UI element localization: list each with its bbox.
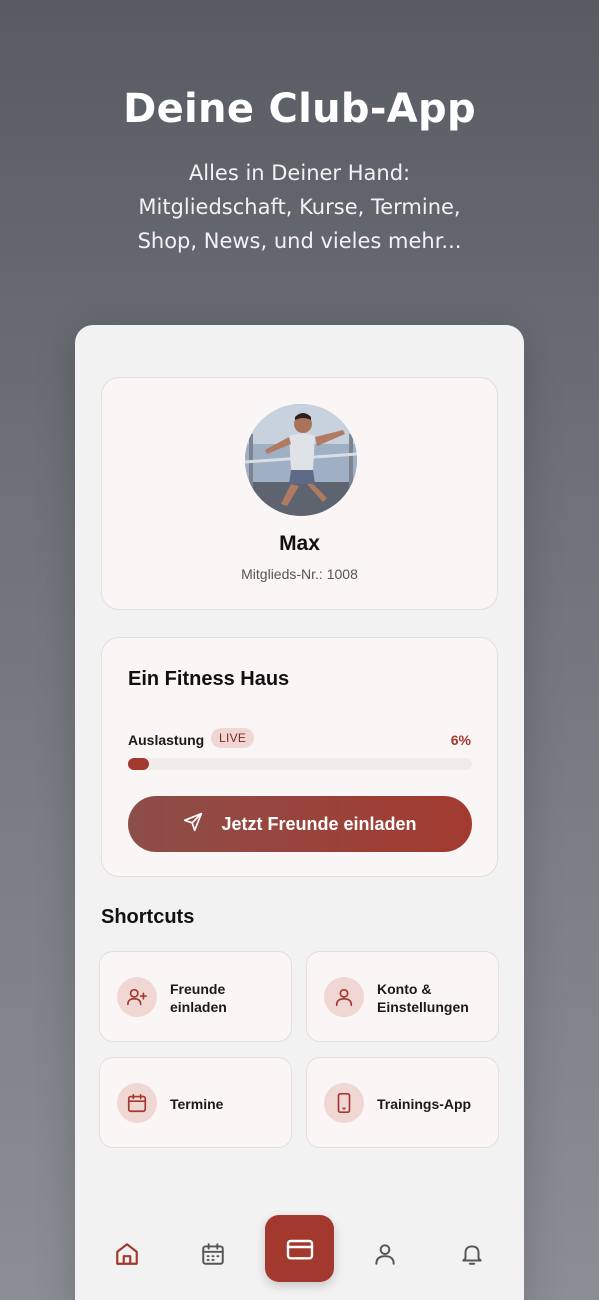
profile-name: Max xyxy=(279,532,320,555)
shortcut-training-app[interactable]: Trainings-App xyxy=(306,1057,499,1148)
shortcut-label-line: Konto & xyxy=(377,980,432,997)
shortcut-label: Trainings-App xyxy=(377,1095,472,1112)
occupancy-value: 6% xyxy=(450,732,471,748)
member-number: Mitglieds-Nr.: 1008 xyxy=(241,566,358,582)
promo-subtitle-line: Mitgliedschaft, Kurse, Termine, xyxy=(138,195,461,219)
occupancy-bar xyxy=(128,758,472,770)
shortcut-invite-friends[interactable]: Freunde einladen xyxy=(99,951,292,1042)
promo-subtitle-line: Shop, News, und vieles mehr... xyxy=(137,229,462,253)
shortcut-label-line: einladen xyxy=(170,998,227,1015)
occupancy-label: Auslastung xyxy=(128,732,205,748)
nav-profile-icon[interactable] xyxy=(370,1239,400,1269)
club-card: Ein Fitness Haus Auslastung LIVE 6% Jetz… xyxy=(101,637,498,877)
live-badge: LIVE xyxy=(211,728,255,748)
invite-friends-button[interactable]: Jetzt Freunde einladen xyxy=(128,796,472,852)
shortcut-label-line: Einstellungen xyxy=(377,998,469,1015)
user-icon xyxy=(324,977,364,1017)
shortcut-label-line: Freunde xyxy=(170,980,226,997)
user-plus-icon xyxy=(117,977,157,1017)
shortcuts-title: Shortcuts xyxy=(101,906,195,928)
send-icon xyxy=(183,812,203,837)
invite-button-label: Jetzt Freunde einladen xyxy=(221,813,417,834)
nav-bell-icon[interactable] xyxy=(457,1239,487,1269)
avatar[interactable] xyxy=(245,404,357,516)
promo-title: Deine Club-App xyxy=(123,86,476,132)
calendar-icon xyxy=(117,1083,157,1123)
promo-subtitle: Alles in Deiner Hand: Mitgliedschaft, Ku… xyxy=(0,156,599,258)
smartphone-icon xyxy=(324,1083,364,1123)
club-name: Ein Fitness Haus xyxy=(128,668,290,690)
occupancy-bar-fill xyxy=(128,758,149,770)
nav-membership-card-icon[interactable] xyxy=(265,1215,334,1282)
nav-home-icon[interactable] xyxy=(112,1239,142,1269)
promo-subtitle-line: Alles in Deiner Hand: xyxy=(188,161,411,185)
shortcut-label: Freunde einladen xyxy=(170,952,285,1043)
shortcut-appointments[interactable]: Termine xyxy=(99,1057,292,1148)
shortcut-account-settings[interactable]: Konto & Einstellungen xyxy=(306,951,499,1042)
nav-calendar-icon[interactable] xyxy=(198,1239,228,1269)
app-screen: Max Mitglieds-Nr.: 1008 Ein Fitness Haus… xyxy=(75,325,524,1300)
shortcut-label: Konto & Einstellungen xyxy=(377,952,492,1043)
shortcut-label: Termine xyxy=(170,1095,224,1112)
profile-card[interactable]: Max Mitglieds-Nr.: 1008 xyxy=(101,377,498,610)
